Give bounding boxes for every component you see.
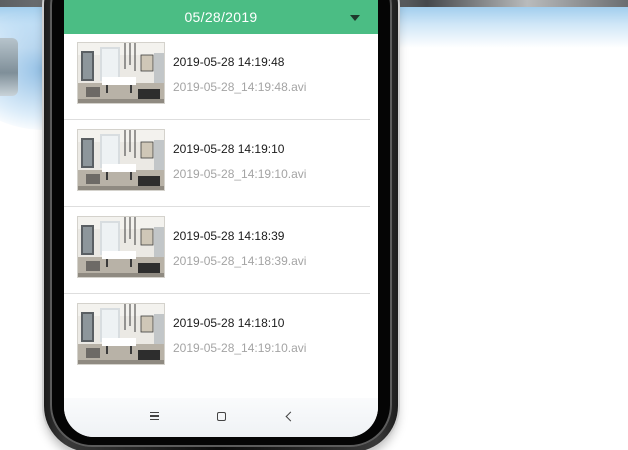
recording-filename: 2019-05-28_14:19:10.avi — [173, 341, 307, 355]
recording-timestamp: 2019-05-28 14:18:10 — [173, 316, 285, 330]
room-thumbnail-image — [78, 217, 164, 277]
recording-timestamp: 2019-05-28 14:19:48 — [173, 55, 285, 69]
menu-icon[interactable] — [142, 406, 166, 426]
phone-screen: 05/28/2019 2019-05-28 14:19:48 2019-05-2… — [64, 0, 378, 437]
recording-item[interactable]: 2019-05-28 14:19:48 2019-05-28_14:19:48.… — [64, 34, 370, 120]
recording-filename: 2019-05-28_14:18:39.avi — [173, 254, 307, 268]
android-nav-bar — [64, 398, 378, 437]
caret-down-icon[interactable] — [350, 15, 360, 21]
room-thumbnail-image — [78, 130, 164, 190]
room-thumbnail-image — [78, 304, 164, 364]
recording-item[interactable]: 2019-05-28 14:18:10 2019-05-28_14:19:10.… — [64, 295, 370, 381]
recording-item[interactable]: 2019-05-28 14:18:39 2019-05-28_14:18:39.… — [64, 208, 370, 294]
recording-filename: 2019-05-28_14:19:10.avi — [173, 167, 307, 181]
recording-item[interactable]: 2019-05-28 14:19:10 2019-05-28_14:19:10.… — [64, 121, 370, 207]
recording-filename: 2019-05-28_14:19:48.avi — [173, 80, 307, 94]
video-thumbnail[interactable] — [77, 129, 165, 191]
date-selector[interactable]: 05/28/2019 — [64, 0, 378, 34]
background-thumbnail — [0, 38, 18, 96]
video-thumbnail[interactable] — [77, 216, 165, 278]
video-thumbnail[interactable] — [77, 303, 165, 365]
home-square-icon[interactable] — [209, 406, 233, 426]
video-thumbnail[interactable] — [77, 42, 165, 104]
date-label: 05/28/2019 — [184, 9, 258, 25]
room-thumbnail-image — [78, 43, 164, 103]
stage: 05/28/2019 2019-05-28 14:19:48 2019-05-2… — [0, 0, 628, 450]
recording-timestamp: 2019-05-28 14:19:10 — [173, 142, 285, 156]
back-chevron-icon[interactable] — [277, 406, 301, 426]
recording-timestamp: 2019-05-28 14:18:39 — [173, 229, 285, 243]
